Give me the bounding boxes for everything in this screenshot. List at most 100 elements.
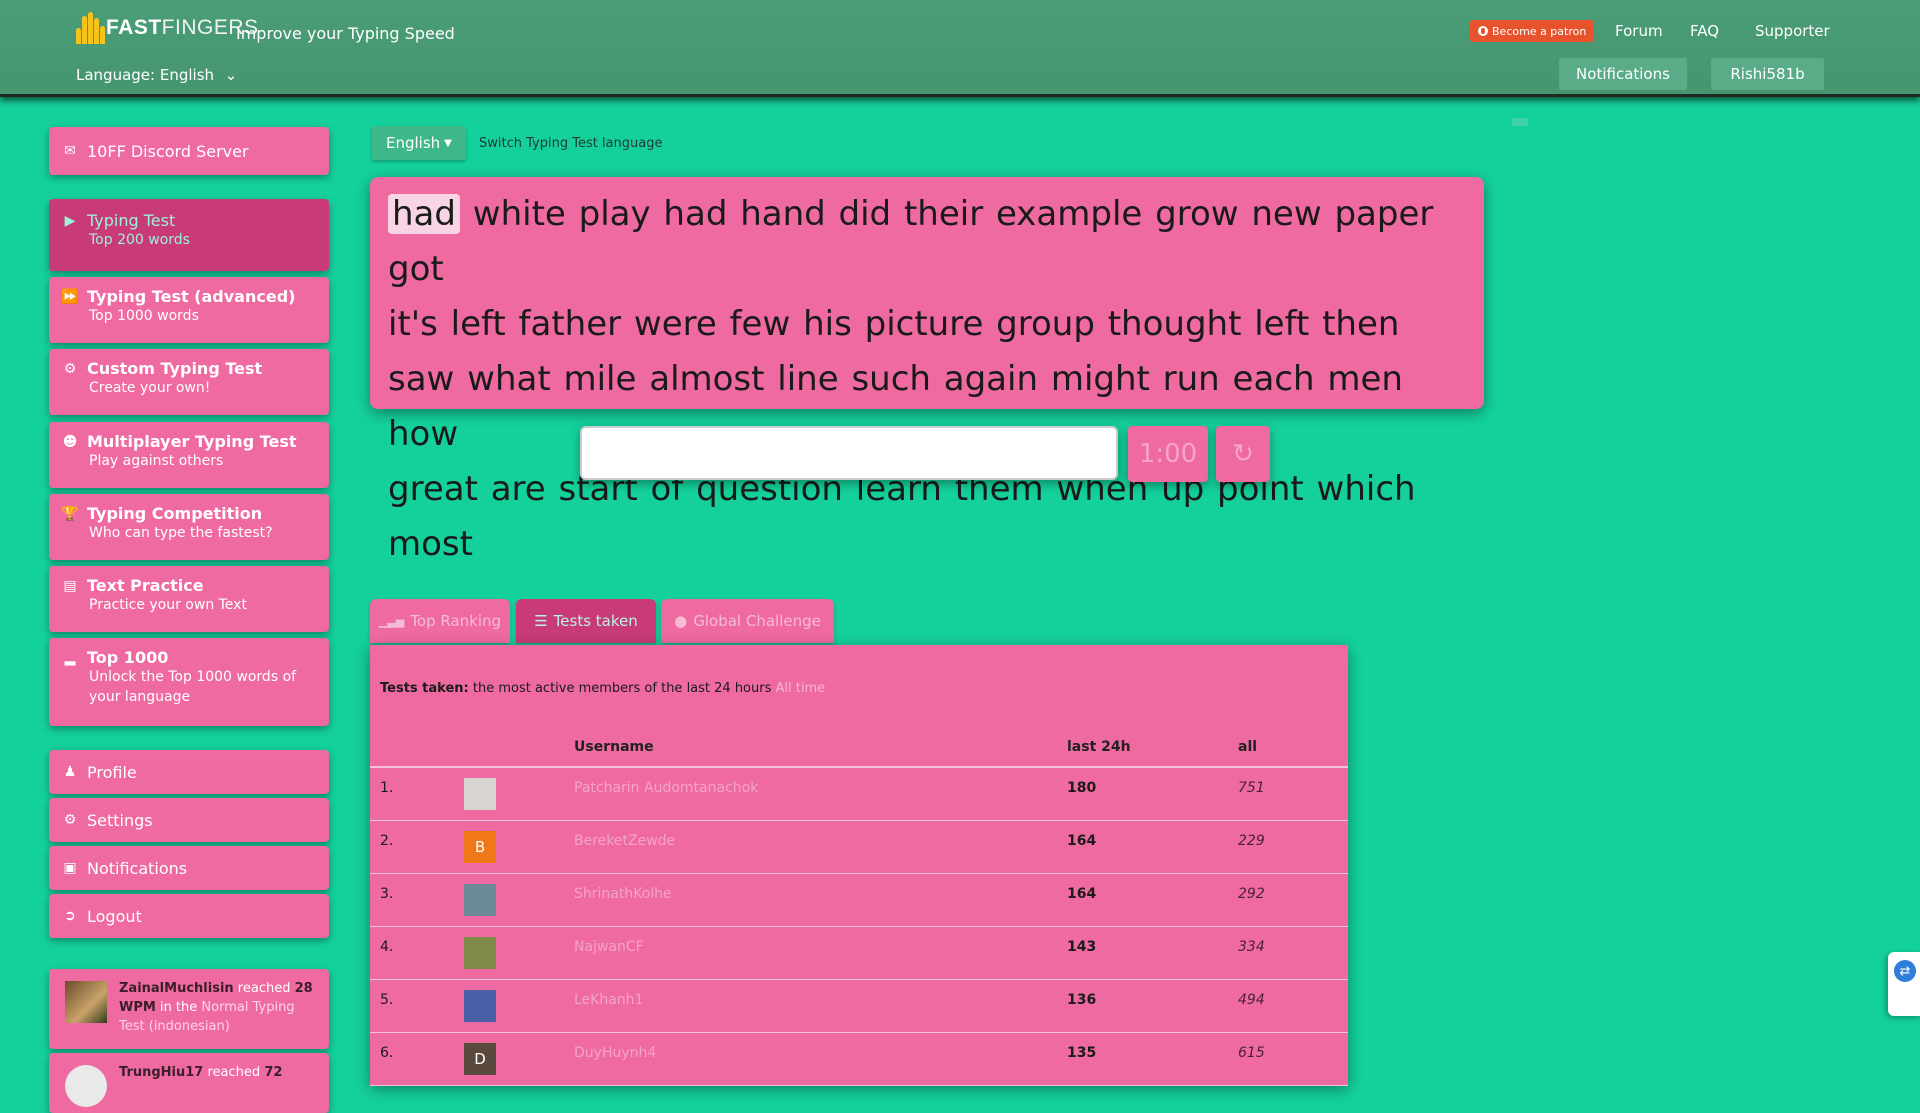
username-link[interactable]: LeKhanh1 [574, 992, 643, 1008]
column-username: Username [574, 739, 654, 755]
chat-icon: ⇄ [1894, 960, 1916, 982]
all-cell: 292 [1238, 886, 1265, 902]
table-row: 2. B BereketZewde 164 229 [370, 821, 1348, 874]
sidebar-item-sub: Practice your own Text [89, 597, 247, 613]
sidebar-item-discord[interactable]: ✉ 10FF Discord Server [49, 127, 329, 175]
comment-icon: ▣ [63, 860, 77, 876]
chevron-down-icon: ⌄ [224, 66, 238, 84]
rank-cell: 5. [380, 992, 394, 1008]
activity-user-link[interactable]: TrungHiu17 [119, 1065, 203, 1080]
rank-cell: 6. [380, 1045, 394, 1061]
activity-text: reached [207, 1065, 261, 1080]
test-language-dropdown[interactable]: English ▼ [372, 126, 466, 160]
avatar[interactable]: B [464, 831, 496, 863]
sidebar-item-sub: Top 1000 words [89, 308, 199, 324]
ranking-intro-text: the most active members of the last 24 h… [472, 681, 772, 696]
sidebar-item-multiplayer[interactable]: ☻ Multiplayer Typing Test Play against o… [49, 422, 329, 488]
last24-cell: 164 [1067, 886, 1097, 902]
scrollbar-thumb[interactable] [1512, 118, 1528, 126]
tab-label: Tests taken [553, 612, 638, 630]
logout-icon: ➲ [64, 908, 76, 924]
tab-global-challenge[interactable]: ● Global Challenge [661, 599, 834, 643]
activity-wpm: 72 [264, 1065, 283, 1080]
sidebar-item-competition[interactable]: 🏆 Typing Competition Who can type the fa… [49, 494, 329, 560]
username-link[interactable]: ShrinathKolhe [574, 886, 672, 902]
username-link[interactable]: BereketZewde [574, 833, 675, 849]
hand-logo-icon [76, 8, 106, 48]
sidebar-item-custom-typing-test[interactable]: ⚙ Custom Typing Test Create your own! [49, 349, 329, 415]
avatar[interactable] [464, 990, 496, 1022]
language-dropdown[interactable]: Language: English ⌄ [76, 66, 237, 84]
document-icon: ▤ [63, 577, 77, 594]
sidebar-item-text-practice[interactable]: ▤ Text Practice Practice your own Text [49, 566, 329, 632]
nav-supporter-link[interactable]: Supporter [1755, 22, 1830, 40]
sidebar-item-label: 10FF Discord Server [87, 141, 249, 161]
last24-cell: 180 [1067, 780, 1097, 796]
bar-chart-icon: ▁▃▅ [378, 614, 405, 628]
nav-faq-link[interactable]: FAQ [1690, 22, 1719, 40]
table-row: 5. LeKhanh1 136 494 [370, 980, 1348, 1033]
sidebar-item-sub: Top 200 words [89, 232, 190, 248]
activity-user-link[interactable]: ZainalMuchlisin [119, 981, 234, 996]
username-link[interactable]: DuyHuynh4 [574, 1045, 656, 1061]
megaphone-icon: ✉ [64, 143, 76, 159]
activity-feed-item: TrungHiu17 reached 72 [49, 1053, 329, 1113]
reload-button[interactable]: ↻ [1216, 426, 1270, 482]
become-patron-button[interactable]: Become a patron [1470, 20, 1595, 42]
sidebar-item-sub: Create your own! [89, 380, 211, 396]
patreon-icon [1478, 26, 1488, 36]
avatar[interactable] [464, 937, 496, 969]
rank-cell: 3. [380, 886, 394, 902]
avatar[interactable] [65, 1065, 107, 1107]
username-link[interactable]: NajwanCF [574, 939, 644, 955]
patron-label: Become a patron [1492, 24, 1587, 38]
words-line: it's left father were few his picture gr… [388, 304, 1400, 344]
avatar[interactable] [464, 778, 496, 810]
sidebar-item-top-1000[interactable]: ▂ Top 1000 Unlock the Top 1000 words of … [49, 638, 329, 726]
cogs-icon: ⚙ [63, 360, 77, 377]
group-icon: ☻ [62, 433, 78, 450]
all-cell: 751 [1238, 780, 1265, 796]
sidebar-item-label: Multiplayer Typing Test [87, 432, 297, 451]
username-link[interactable]: Patcharin Audomtanachok [574, 780, 758, 796]
notifications-button[interactable]: Notifications [1559, 58, 1687, 90]
sidebar-item-profile[interactable]: ♟ Profile [49, 750, 329, 794]
trophy-icon: 🏆 [61, 505, 79, 522]
sidebar-item-logout[interactable]: ➲ Logout [49, 894, 329, 938]
sidebar-item-label: Top 1000 [87, 648, 169, 667]
sidebar-item-label: Logout [87, 906, 142, 926]
sidebar-item-label: Settings [87, 810, 153, 830]
tab-label: Top Ranking [410, 612, 502, 630]
avatar[interactable] [464, 884, 496, 916]
user-menu-button[interactable]: Rishi581b [1711, 58, 1824, 90]
sidebar-item-typing-test-advanced[interactable]: ⏩ Typing Test (advanced) Top 1000 words [49, 277, 329, 343]
sidebar-item-settings[interactable]: ⚙ Settings [49, 798, 329, 842]
gear-icon: ⚙ [63, 812, 77, 828]
typing-input[interactable] [580, 426, 1118, 480]
words-display: had white play had hand did their exampl… [370, 177, 1484, 564]
sidebar-item-label: Profile [87, 762, 137, 782]
avatar[interactable]: D [464, 1043, 496, 1075]
table-row: 6. D DuyHuynh4 135 615 [370, 1033, 1348, 1086]
site-logo[interactable]: FASTFINGERS [76, 8, 259, 48]
ranking-intro-title: Tests taken: [380, 681, 469, 696]
list-icon: ☰ [534, 612, 548, 630]
sidebar-item-label: Typing Competition [87, 504, 263, 523]
play-icon: ▶ [64, 212, 76, 229]
signal-icon: ▂ [64, 649, 76, 666]
tab-top-ranking[interactable]: ▁▃▅ Top Ranking [370, 599, 510, 643]
sidebar-item-typing-test[interactable]: ▶ Typing Test Top 200 words [49, 199, 329, 271]
avatar[interactable] [65, 981, 107, 1023]
fast-forward-icon: ⏩ [61, 288, 79, 305]
nav-forum-link[interactable]: Forum [1615, 22, 1663, 40]
activity-feed-item: ZainalMuchlisin reached 28 WPM in the No… [49, 969, 329, 1049]
words-line: white play had hand did their example gr… [388, 194, 1434, 289]
help-widget[interactable]: ⇄ [1888, 952, 1920, 1016]
all-cell: 494 [1238, 992, 1265, 1008]
all-time-link[interactable]: All time [776, 681, 826, 696]
ranking-intro: Tests taken: the most active members of … [380, 681, 825, 696]
sidebar-item-notifications[interactable]: ▣ Notifications [49, 846, 329, 890]
all-cell: 334 [1238, 939, 1265, 955]
top-navbar: FASTFINGERS Improve your Typing Speed La… [0, 0, 1920, 97]
tab-tests-taken[interactable]: ☰ Tests taken [516, 599, 656, 643]
